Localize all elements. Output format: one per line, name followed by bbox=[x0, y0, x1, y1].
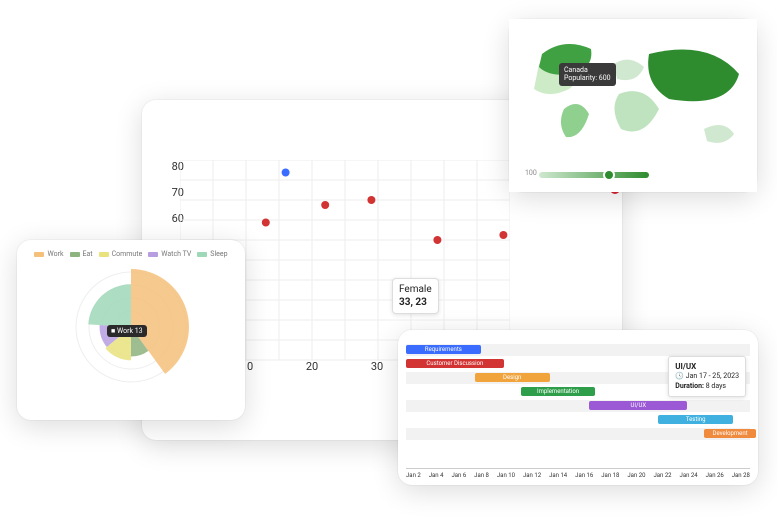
gantt-tick: Jan 22 bbox=[653, 472, 671, 479]
gantt-tick: Jan 14 bbox=[549, 472, 567, 479]
polar-slice[interactable] bbox=[88, 284, 131, 327]
gantt-row: Development bbox=[406, 428, 750, 440]
gantt-tick: Jan 26 bbox=[706, 472, 724, 479]
gantt-tick: Jan 4 bbox=[429, 472, 444, 479]
map-tooltip-country: Canada bbox=[564, 66, 611, 74]
gantt-tooltip: UI/UX 🕓 Jan 17 - 25, 2023 Duration: 8 da… bbox=[668, 356, 746, 397]
gantt-tick: Jan 28 bbox=[732, 472, 750, 479]
gantt-bar[interactable]: Testing bbox=[658, 415, 733, 424]
world-map[interactable] bbox=[509, 19, 757, 192]
gantt-row: Testing bbox=[406, 414, 750, 426]
gantt-bar[interactable]: Development bbox=[704, 429, 756, 438]
gantt-tick: Jan 24 bbox=[680, 472, 698, 479]
duration-label: Duration: bbox=[675, 382, 704, 390]
gantt-tick: Jan 16 bbox=[575, 472, 593, 479]
polar-slice[interactable] bbox=[131, 269, 189, 374]
gantt-bar[interactable]: Customer Discussion bbox=[406, 359, 504, 368]
gantt-tick: Jan 20 bbox=[627, 472, 645, 479]
data-point[interactable] bbox=[433, 236, 441, 244]
gantt-tooltip-title: UI/UX bbox=[675, 361, 739, 372]
polar-legend: Work Eat Commute Watch TV Sleep bbox=[17, 250, 245, 258]
gantt-tooltip-range: Jan 17 - 25, 2023 bbox=[686, 372, 739, 380]
gantt-row: Requirements bbox=[406, 344, 750, 356]
gantt-chart: Requirements Customer Discussion Design Imp… bbox=[398, 330, 758, 485]
data-point[interactable] bbox=[262, 219, 270, 227]
polar-tooltip: ■ Work 13 bbox=[107, 325, 147, 337]
data-point[interactable] bbox=[321, 201, 329, 209]
polar-chart-card: Work Eat Commute Watch TV Sleep ■ Work 1… bbox=[17, 240, 245, 420]
legend-item[interactable]: Watch TV bbox=[148, 250, 191, 258]
scale-min: 100 bbox=[525, 169, 537, 177]
map-tooltip-value: Popularity: 600 bbox=[564, 74, 611, 82]
gantt-tick: Jan 10 bbox=[497, 472, 515, 479]
tooltip-title: Female bbox=[399, 283, 432, 296]
gantt-row: UI/UX bbox=[406, 400, 750, 412]
chart-collage: Female 80 70 60 10 20 30 Female 33, 23 bbox=[0, 0, 777, 517]
legend-item[interactable]: Work bbox=[34, 250, 63, 258]
gantt-tick: Jan 6 bbox=[451, 472, 466, 479]
data-point[interactable] bbox=[367, 196, 375, 204]
gantt-tick: Jan 18 bbox=[601, 472, 619, 479]
legend-item[interactable]: Sleep bbox=[197, 250, 227, 258]
legend-item[interactable]: Eat bbox=[70, 250, 93, 258]
tooltip-value: 33, 23 bbox=[399, 297, 427, 308]
gantt-tick: Jan 2 bbox=[406, 472, 421, 479]
gantt-bar[interactable]: Design bbox=[475, 373, 550, 382]
gantt-tick: Jan 8 bbox=[474, 472, 489, 479]
map-color-scale[interactable]: 100 bbox=[539, 172, 649, 178]
gantt-bar[interactable]: UI/UX bbox=[589, 401, 687, 410]
gantt-x-axis: Jan 2 Jan 4 Jan 6 Jan 8 Jan 10 Jan 12 Jan 14 Ja… bbox=[406, 468, 750, 479]
scatter-tooltip: Female 33, 23 bbox=[392, 278, 439, 314]
gantt-tick: Jan 12 bbox=[523, 472, 541, 479]
world-map-card: Canada Popularity: 600 100 bbox=[509, 19, 757, 192]
gantt-tooltip-duration: 8 days bbox=[706, 382, 726, 390]
gantt-bar[interactable]: Implementation bbox=[521, 387, 596, 396]
gantt-bar[interactable]: Requirements bbox=[406, 345, 481, 354]
scale-knob[interactable] bbox=[605, 171, 613, 179]
map-tooltip: Canada Popularity: 600 bbox=[559, 63, 616, 86]
data-point[interactable] bbox=[282, 169, 290, 177]
legend-item[interactable]: Commute bbox=[99, 250, 143, 258]
clock-icon: 🕓 bbox=[675, 372, 684, 380]
gantt-chart-card: Requirements Customer Discussion Design Imp… bbox=[398, 330, 758, 485]
data-point[interactable] bbox=[499, 231, 507, 239]
